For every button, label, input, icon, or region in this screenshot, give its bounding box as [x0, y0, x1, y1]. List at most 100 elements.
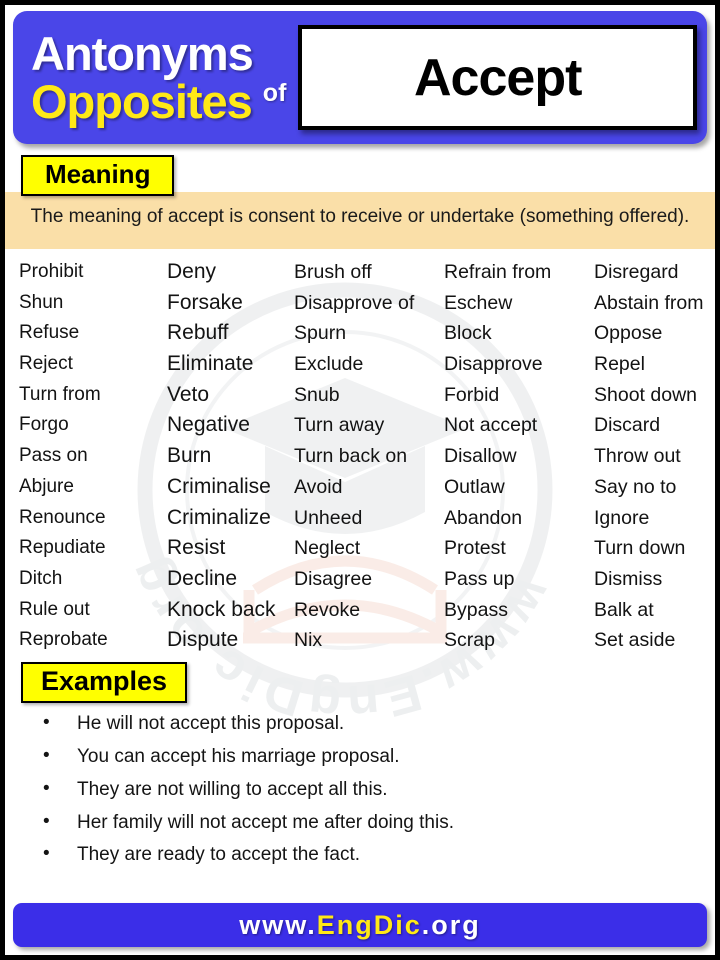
antonym-word: Renounce: [19, 506, 106, 528]
antonym-word: Block: [444, 322, 492, 345]
antonym-word: Veto: [167, 382, 210, 406]
example-item: • You can accept his marriage proposal.: [5, 744, 715, 779]
example-text: They are ready to accept the fact.: [77, 844, 361, 866]
antonym-columns: Prohibit Shun Refuse Reject Turn from Fo…: [5, 249, 715, 656]
antonym-word: Criminalise: [167, 474, 271, 498]
example-text: He will not accept this proposal.: [77, 713, 345, 735]
example-text: You can accept his marriage proposal.: [77, 745, 400, 767]
example-item: • They are ready to accept the fact.: [5, 843, 715, 877]
antonym-word: Disapprove of: [294, 291, 415, 314]
footer-url-prefix: www.: [239, 909, 317, 940]
bullet-icon: •: [43, 810, 50, 832]
antonym-word: Brush off: [294, 260, 372, 283]
footer-url-suffix: .org: [421, 909, 481, 940]
antonym-word: Forbid: [444, 383, 500, 406]
antonym-word: Negative: [167, 413, 250, 437]
antonym-word: Burn: [167, 444, 212, 468]
example-item: • Her family will not accept me after doi…: [5, 810, 715, 845]
antonym-word: Resist: [167, 536, 226, 560]
antonym-word: Exclude: [294, 353, 364, 376]
antonym-word: Disagree: [294, 568, 373, 590]
antonym-word: Turn back on: [294, 445, 408, 468]
header-connector-text: of: [262, 79, 287, 107]
antonym-word: Shun: [19, 291, 64, 313]
antonym-word: Turn down: [594, 537, 686, 560]
antonym-word: Turn from: [19, 383, 101, 405]
antonym-word: Repel: [594, 353, 645, 376]
header-title-block: Antonyms Opposites: [31, 27, 254, 128]
antonym-word: Throw out: [594, 445, 681, 468]
antonym-column-3: Brush off Disapprove of Spurn Exclude Sn…: [294, 257, 444, 656]
antonym-word: Set aside: [594, 629, 676, 652]
antonym-word: Bypass: [444, 598, 508, 621]
antonym-word: Dispute: [167, 628, 239, 652]
antonym-word: Scrap: [444, 629, 495, 652]
antonym-word: Refuse: [19, 322, 80, 344]
antonym-word: Unheed: [294, 506, 363, 529]
antonym-word: Abjure: [19, 475, 74, 497]
examples-section: Examples • He will not accept this propos…: [5, 662, 715, 877]
footer-url-brand: EngDic: [316, 909, 422, 940]
antonym-word: Eliminate: [167, 352, 254, 376]
antonym-word: Decline: [167, 567, 238, 590]
bullet-icon: •: [43, 744, 50, 766]
antonym-word: Nix: [294, 629, 323, 652]
header-antonyms-text: Antonyms: [31, 27, 254, 81]
antonym-word: Criminalize: [167, 505, 271, 529]
antonym-word: Shoot down: [594, 383, 697, 406]
antonym-word: Not accept: [444, 414, 538, 437]
antonym-word: Forgo: [19, 414, 69, 436]
antonym-word: Ditch: [19, 568, 63, 589]
antonym-word: Neglect: [294, 537, 361, 560]
antonym-word: Ignore: [594, 506, 650, 529]
antonym-word: Forsake: [167, 290, 243, 314]
antonym-column-5: Disregard Abstain from Oppose Repel Shoo…: [594, 257, 703, 656]
meaning-label: Meaning: [21, 155, 175, 196]
antonym-word: Deny: [167, 259, 217, 283]
example-text: Her family will not accept me after doin…: [77, 811, 454, 833]
example-item: • They are not willing to accept all this…: [5, 777, 715, 812]
antonym-word: Turn away: [294, 414, 385, 437]
header-opposites-text: Opposites: [31, 74, 253, 128]
poster-header: Antonyms Opposites of Accept: [13, 11, 707, 144]
antonym-word: Revoke: [294, 598, 361, 621]
antonym-word: Oppose: [594, 322, 663, 345]
antonym-word: Reject: [19, 353, 73, 375]
antonym-word: Say no to: [594, 475, 677, 498]
antonym-word: Pass up: [444, 568, 515, 590]
bullet-icon: •: [43, 777, 50, 799]
antonym-word: Rebuff: [167, 321, 229, 345]
bullet-icon: •: [43, 843, 50, 865]
antonym-word: Protest: [444, 537, 506, 560]
antonym-word: Rule out: [19, 598, 90, 620]
example-text: They are not willing to accept all this.: [77, 778, 388, 800]
antonym-word: Prohibit: [19, 260, 84, 282]
antonym-word: Abstain from: [594, 291, 704, 314]
examples-label: Examples: [21, 662, 188, 704]
antonym-word: Dismiss: [594, 568, 663, 590]
meaning-section: Meaning The meaning of accept is consent…: [5, 155, 715, 249]
headword-text: Accept: [414, 48, 582, 107]
antonym-word: Reprobate: [19, 629, 108, 651]
antonym-word: Disregard: [594, 260, 679, 283]
antonym-column-4: Refrain from Eschew Block Disapprove For…: [444, 257, 594, 656]
bullet-icon: •: [43, 712, 50, 734]
antonym-word: Eschew: [444, 291, 513, 314]
antonym-word: Refrain from: [444, 260, 552, 283]
antonym-word: Disallow: [444, 445, 517, 468]
antonym-word: Outlaw: [444, 475, 505, 498]
meaning-text: The meaning of accept is consent to rece…: [5, 192, 715, 249]
examples-list: • He will not accept this proposal. • You …: [5, 712, 715, 877]
antonym-word: Snub: [294, 383, 340, 406]
antonym-word: Repudiate: [19, 537, 106, 559]
antonym-word: Disapprove: [444, 353, 543, 376]
example-item: • He will not accept this proposal.: [5, 712, 715, 746]
antonym-column-1: Prohibit Shun Refuse Reject Turn from Fo…: [19, 257, 167, 656]
antonym-word: Spurn: [294, 322, 347, 345]
antonym-word: Discard: [594, 414, 661, 437]
poster-page: www.EngDic.org Antonyms Opposites of Acc…: [0, 0, 720, 960]
antonym-word: Knock back: [167, 597, 276, 621]
site-footer[interactable]: www. EngDic .org: [13, 903, 707, 947]
antonym-word: Balk at: [594, 598, 654, 621]
headword-box: Accept: [298, 25, 697, 130]
